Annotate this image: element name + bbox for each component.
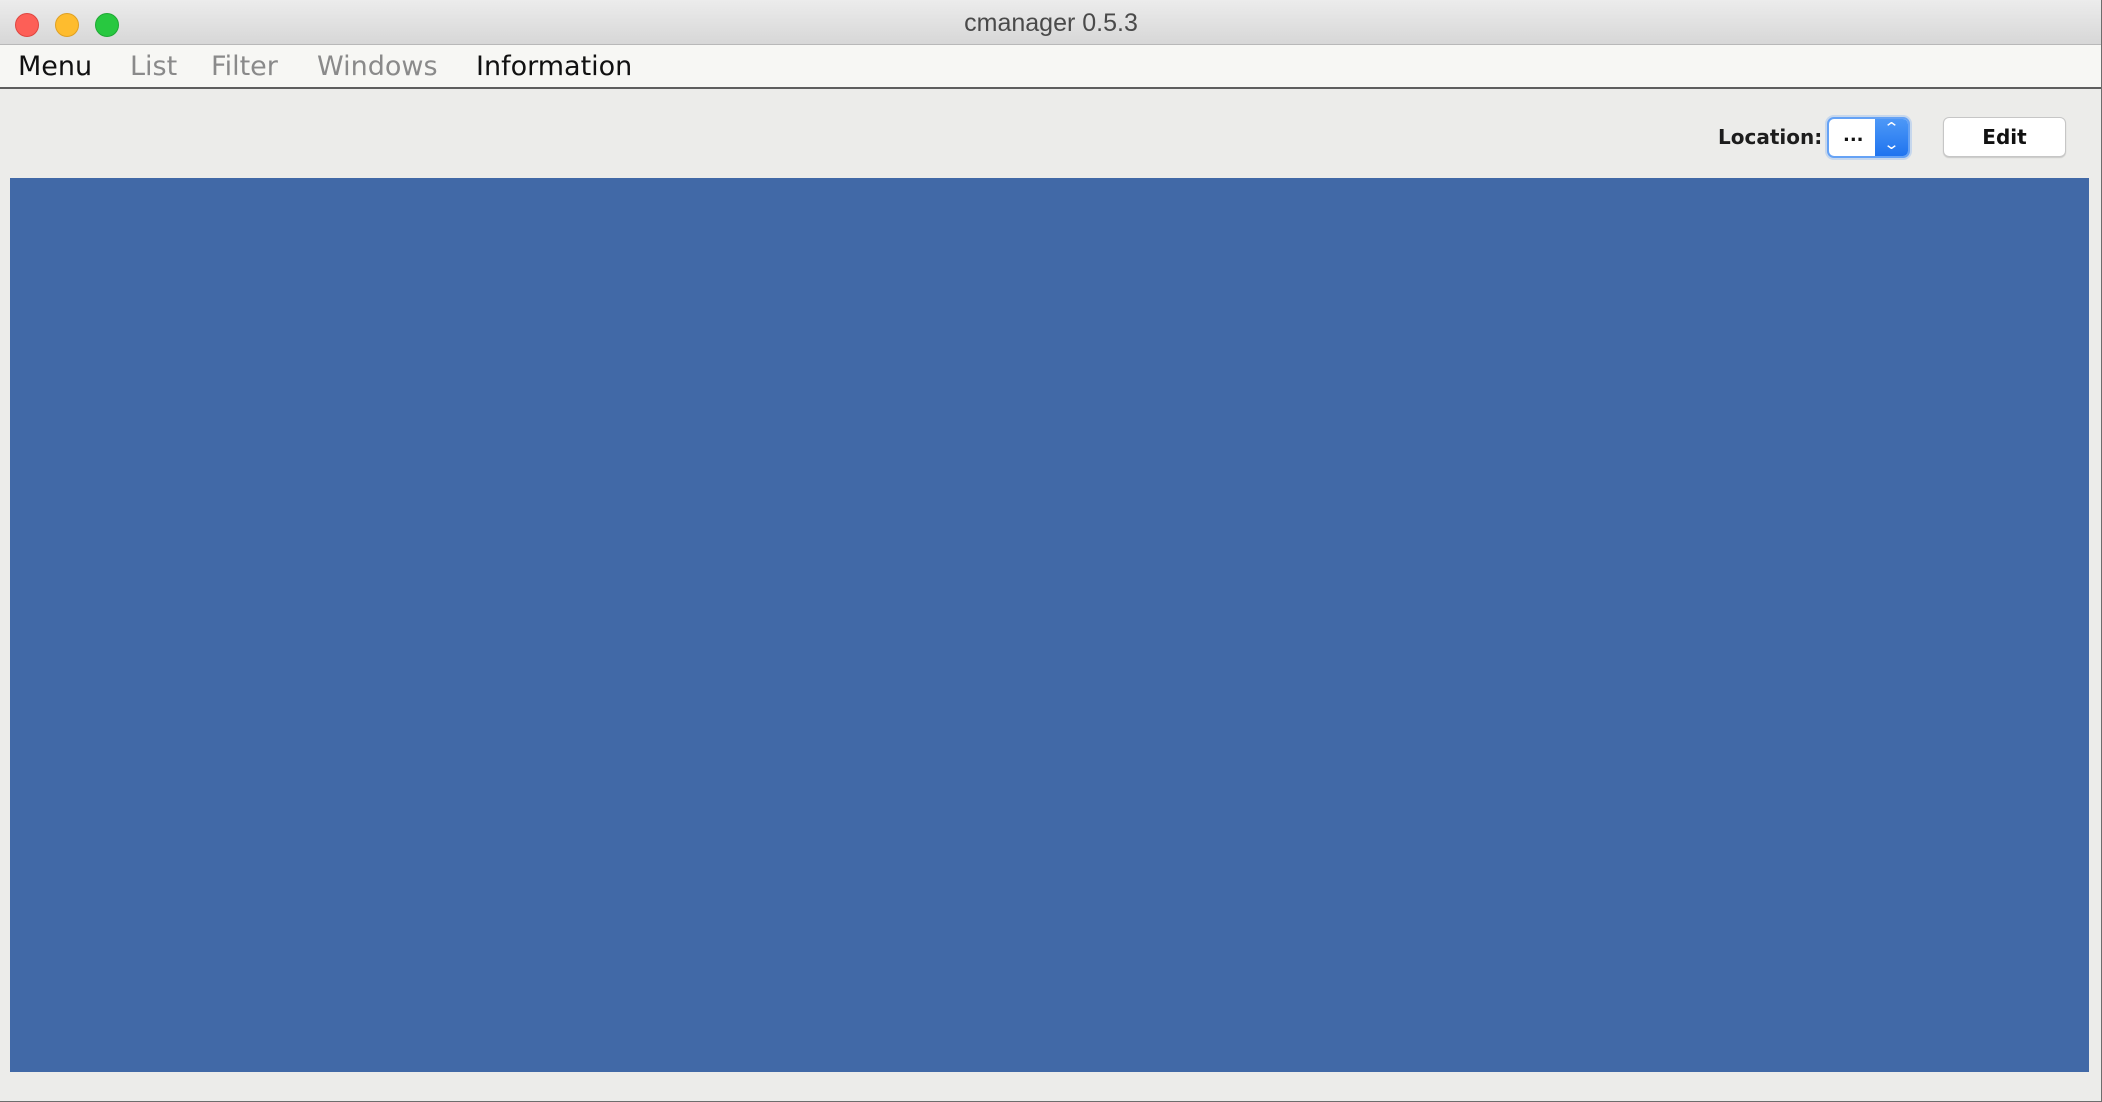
chevron-up-icon: ⌃	[1882, 119, 1900, 137]
menu-item-list: List	[130, 51, 178, 82]
menu-item-menu[interactable]: Menu	[18, 51, 92, 83]
menu-bar: Menu List Filter Windows Information	[0, 45, 2101, 89]
menu-item-information[interactable]: Information	[476, 51, 632, 83]
menu-item-windows: Windows	[317, 51, 438, 82]
location-select-value: ...	[1843, 125, 1864, 146]
window-title: cmanager 0.5.3	[964, 9, 1138, 37]
title-bar[interactable]: cmanager 0.5.3	[0, 0, 2101, 45]
chevron-up-down-icon[interactable]: ⌃ ⌄	[1875, 119, 1908, 156]
edit-button[interactable]: Edit	[1943, 117, 2066, 157]
chevron-down-icon: ⌄	[1882, 135, 1900, 153]
location-label: Location:	[1718, 125, 1823, 149]
menu-item-filter: Filter	[211, 51, 278, 82]
main-content-panel[interactable]	[10, 178, 2089, 1072]
application-window: cmanager 0.5.3 Menu List Filter Windows …	[0, 0, 2102, 1102]
location-select[interactable]: ... ⌃ ⌄	[1827, 117, 1910, 158]
screen: cmanager 0.5.3 Menu List Filter Windows …	[0, 0, 2102, 1102]
